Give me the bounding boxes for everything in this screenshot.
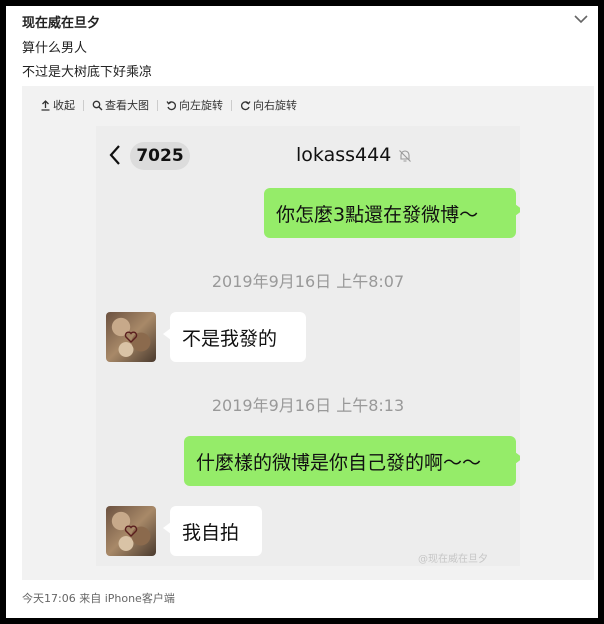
- image-watermark: @现在威在旦夕: [418, 554, 488, 565]
- view-large-button[interactable]: 查看大图: [84, 97, 157, 113]
- post-text-line: 算什么男人: [22, 41, 88, 56]
- post-author[interactable]: 现在威在旦夕: [22, 12, 100, 31]
- message-bubble-sent: 什麼樣的微博是你自己發的啊～～: [184, 436, 520, 486]
- rotate-right-label: 向右旋转: [253, 99, 297, 112]
- contact-name: lokass444: [296, 144, 392, 166]
- heart-icon: [124, 331, 138, 343]
- unread-count-badge: 7025: [130, 142, 190, 170]
- message-timestamp: 2019年9月16日 上午8:13: [211, 396, 405, 415]
- view-large-label: 查看大图: [105, 99, 149, 112]
- heart-icon: [124, 525, 138, 537]
- image-viewer: 收起 查看大图 向左旋转 向右旋转 7025 lokass444 你怎麼3點還在…: [22, 86, 594, 580]
- collapse-button[interactable]: 收起: [22, 97, 83, 113]
- mute-bell-icon: [399, 150, 411, 162]
- message-text: 我自拍: [182, 521, 240, 544]
- image-toolbar: 收起 查看大图 向左旋转 向右旋转: [22, 96, 305, 114]
- post-meta: 今天17:06 来自 iPhone客户端: [22, 592, 175, 605]
- rotate-right-button[interactable]: 向右旋转: [232, 97, 305, 113]
- avatar[interactable]: [106, 506, 156, 556]
- collapse-label: 收起: [53, 99, 75, 112]
- rotate-left-icon: [166, 100, 177, 110]
- message-bubble-received: 我自拍: [163, 506, 262, 556]
- message-bubble-received: 不是我發的: [163, 312, 306, 362]
- magnifier-icon: [92, 100, 103, 110]
- rotate-left-button[interactable]: 向左旋转: [158, 97, 231, 113]
- message-text: 什麼樣的微博是你自己發的啊～～: [196, 451, 482, 474]
- chat-screenshot[interactable]: 7025 lokass444 你怎麼3點還在發微博～ 2019年9月16日 上午…: [96, 126, 520, 566]
- back-arrow-icon: [109, 145, 120, 165]
- post-text-line: 不过是大树底下好乘凉: [22, 65, 153, 80]
- rotate-left-label: 向左旋转: [179, 99, 223, 112]
- avatar[interactable]: [106, 312, 156, 362]
- chevron-down-icon[interactable]: [574, 14, 588, 24]
- upload-arrow-icon: [41, 99, 50, 111]
- rotate-right-icon: [240, 100, 251, 110]
- message-text: 不是我發的: [182, 327, 278, 350]
- weibo-post: 现在威在旦夕 算什么男人 不过是大树底下好乘凉 收起 查看大图 向左旋转 向右旋…: [6, 6, 598, 618]
- message-text: 你怎麼3點還在發微博～: [276, 203, 479, 226]
- message-bubble-sent: 你怎麼3點還在發微博～: [264, 188, 520, 238]
- message-timestamp: 2019年9月16日 上午8:07: [211, 272, 405, 291]
